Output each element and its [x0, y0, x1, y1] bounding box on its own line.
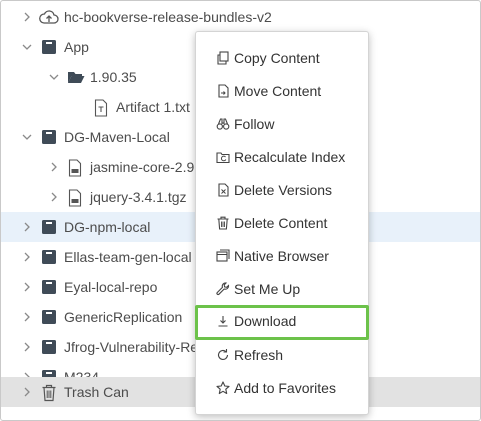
download-icon: [216, 314, 230, 328]
menu-item-refresh[interactable]: Refresh: [196, 339, 368, 372]
tree-row-label: Artifact 1.txt: [116, 99, 190, 115]
repo-icon: [41, 339, 59, 357]
window-icon: [216, 249, 230, 263]
menu-item-add-to-favorites[interactable]: Add to Favorites: [196, 372, 368, 405]
menu-item-label: Delete Versions: [234, 182, 333, 198]
star-icon: [216, 381, 230, 395]
binoculars-icon: [216, 117, 230, 131]
chevron-right-icon[interactable]: [21, 341, 33, 353]
trash-icon: [216, 216, 230, 230]
menu-item-label: Add to Favorites: [234, 380, 336, 396]
menu-item-follow[interactable]: Follow: [196, 108, 368, 141]
menu-item-recalculate-index[interactable]: Recalculate Index: [196, 141, 368, 174]
menu-item-label: Delete Content: [234, 215, 328, 231]
repo-icon: [41, 129, 59, 147]
refresh-icon: [216, 348, 230, 362]
tree-row-label: DG-Maven-Local: [64, 129, 170, 145]
chevron-right-icon[interactable]: [21, 311, 33, 323]
menu-item-native-browser[interactable]: Native Browser: [196, 240, 368, 273]
chevron-right-icon[interactable]: [21, 251, 33, 263]
tree-row-label: jquery-3.4.1.tgz: [90, 189, 187, 205]
archive-file-icon: [68, 159, 86, 177]
menu-item-copy-content[interactable]: Copy Content: [196, 42, 368, 75]
repo-icon: [41, 219, 59, 237]
menu-item-delete-content[interactable]: Delete Content: [196, 207, 368, 240]
tree-row-label: Ellas-team-gen-local: [64, 249, 192, 265]
move-icon: [216, 84, 230, 98]
chevron-down-icon[interactable]: [48, 71, 60, 83]
chevron-right-icon[interactable]: [48, 161, 60, 173]
menu-item-set-me-up[interactable]: Set Me Up: [196, 273, 368, 306]
tree-row-label: GenericReplication: [64, 309, 183, 325]
tree-row-label: jasmine-core-2.9: [90, 159, 195, 175]
menu-item-delete-versions[interactable]: Delete Versions: [196, 174, 368, 207]
cloud-upload-icon: [39, 9, 59, 27]
menu-item-move-content[interactable]: Move Content: [196, 75, 368, 108]
context-menu: Copy Content Move Content Follow Recalcu…: [195, 31, 369, 415]
tree-row-label: hc-bookverse-release-bundles-v2: [64, 9, 272, 25]
tree-row-label: Trash Can: [64, 384, 129, 400]
copy-icon: [216, 51, 230, 65]
tree-row-label: 1.90.35: [90, 69, 137, 85]
tree-row-label: DG-npm-local: [64, 219, 151, 235]
archive-file-icon: [68, 189, 86, 207]
folder-refresh-icon: [216, 150, 230, 164]
menu-item-label: Copy Content: [234, 50, 320, 66]
menu-item-label: Move Content: [234, 83, 322, 99]
menu-item-label: Refresh: [234, 347, 284, 363]
tree-row-label: Jfrog-Vulnerability-Re: [64, 339, 199, 355]
menu-item-label: Download: [234, 313, 297, 329]
trash-icon: [41, 384, 59, 402]
menu-item-label: Set Me Up: [234, 281, 301, 297]
chevron-right-icon[interactable]: [21, 221, 33, 233]
repo-icon: [41, 309, 59, 327]
chevron-right-icon[interactable]: [21, 281, 33, 293]
delete-file-icon: [216, 183, 230, 197]
wrench-icon: [216, 282, 230, 296]
repo-icon: [41, 369, 59, 377]
chevron-down-icon[interactable]: [21, 131, 33, 143]
artifact-tree-panel: hc-bookverse-release-bundles-v2 App 1.90…: [0, 0, 481, 421]
menu-item-label: Native Browser: [234, 248, 329, 264]
menu-item-label: Follow: [234, 116, 275, 132]
tree-row-label: Eyal-local-repo: [64, 279, 158, 295]
repo-icon: [41, 279, 59, 297]
tree-row-label: M234: [64, 369, 100, 377]
menu-item-download[interactable]: Download: [195, 305, 369, 340]
tree-row-hc-bookverse[interactable]: hc-bookverse-release-bundles-v2: [1, 2, 480, 32]
repo-icon: [41, 39, 59, 57]
menu-item-label: Recalculate Index: [234, 149, 346, 165]
repo-icon: [41, 249, 59, 267]
chevron-down-icon[interactable]: [21, 41, 33, 53]
tree-row-label: App: [64, 39, 89, 55]
open-folder-icon: [67, 69, 85, 87]
chevron-right-icon[interactable]: [21, 386, 33, 398]
chevron-right-icon[interactable]: [21, 11, 33, 23]
text-file-icon: [94, 99, 112, 117]
chevron-right-icon[interactable]: [48, 191, 60, 203]
